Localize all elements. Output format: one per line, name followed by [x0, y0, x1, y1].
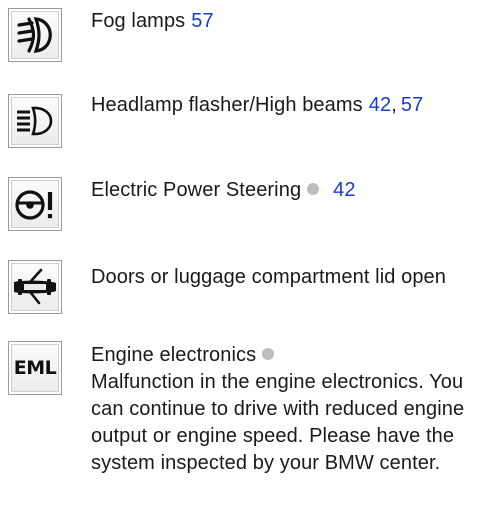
power-steering-warning-icon [8, 177, 62, 231]
door-open-icon [8, 260, 62, 314]
ref-separator: , [391, 94, 397, 116]
engine-electronics-icon: EML [8, 341, 62, 395]
entry-title: Fog lamps [91, 10, 186, 32]
high-beam-icon [8, 94, 62, 148]
entry-title: Electric Power Steering [91, 179, 302, 201]
page-ref-link[interactable]: 57 [401, 94, 423, 116]
indicator-dot-icon [262, 348, 275, 360]
page-ref-link[interactable]: 57 [191, 10, 213, 32]
page-ref-link[interactable]: 42 [369, 94, 391, 116]
entry-description: Malfunction in the engine electronics. Y… [91, 371, 465, 474]
entry-title: Doors or luggage compartment lid open [91, 266, 447, 288]
fog-lamp-icon [8, 8, 62, 62]
entry-title: Headlamp flasher/High beams [91, 94, 363, 116]
page-ref-link[interactable]: 42 [333, 179, 355, 201]
eml-icon-label: EML [13, 357, 57, 379]
indicator-dot-icon [307, 183, 320, 195]
entry-title: Engine electronics [91, 344, 257, 366]
